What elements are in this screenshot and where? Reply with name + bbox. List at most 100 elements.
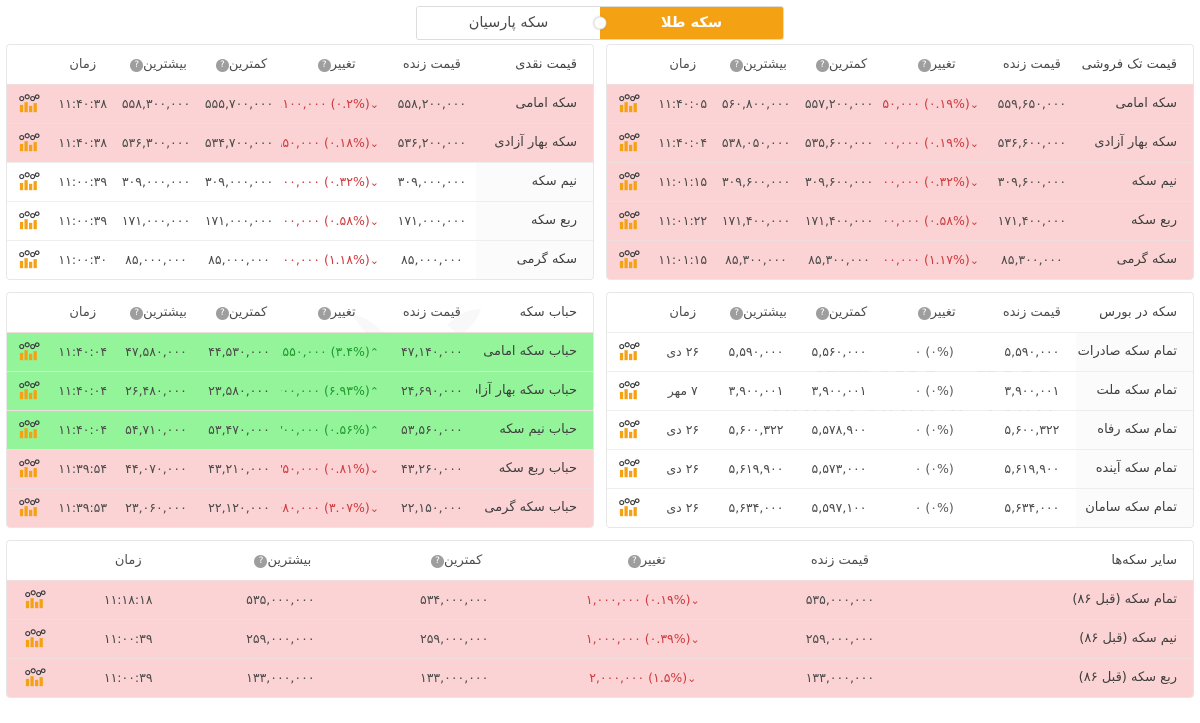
table-row[interactable]: تمام سکه (قبل ۸۶) ۵۳۵,۰۰۰,۰۰۰ ۱,۰۰۰,۰۰۰ (۰… <box>7 579 1193 619</box>
cell-instrument-name[interactable]: سکه گرمی <box>1075 239 1193 279</box>
cell-instrument-name[interactable]: تمام سکه سامان <box>1075 487 1193 527</box>
help-icon[interactable]: ? <box>815 58 829 72</box>
cell-chart-link[interactable] <box>7 161 51 201</box>
cell-instrument-name[interactable]: حباب ربع سکه <box>475 448 593 488</box>
cell-instrument-name[interactable]: سکه گرمی <box>475 239 593 279</box>
cell-instrument-name[interactable]: حباب سکه امامی <box>475 331 593 371</box>
bar-chart-icon[interactable] <box>618 380 640 399</box>
table-row[interactable]: حباب نیم سکه ۵۳,۵۶۰,۰۰۰ ۳۰۰,۰۰۰ (۰.۵۶%)⌃ ۵۳… <box>7 409 593 449</box>
help-icon[interactable]: ? <box>215 58 229 72</box>
table-row[interactable]: سکه بهار آزادی ۵۳۶,۲۰۰,۰۰۰ ۹۵۰,۰۰۰ (۰.۱۸%)… <box>7 122 593 162</box>
toggle-option-gold-coin[interactable]: سکه طلا <box>600 7 783 39</box>
cell-instrument-name[interactable]: ربع سکه (قبل ۸۶) <box>932 657 1193 697</box>
cell-chart-link[interactable] <box>607 331 651 371</box>
table-row[interactable]: تمام سکه ملت ۳,۹۰۰,۰۰۱ ۰ (۰%) ۳,۹۰۰,۰۰۱ ۳,۹۰… <box>607 370 1193 410</box>
cell-chart-link[interactable] <box>7 618 63 658</box>
cell-chart-link[interactable] <box>7 83 51 123</box>
bar-chart-icon[interactable] <box>618 341 640 360</box>
bar-chart-icon[interactable] <box>618 249 640 268</box>
bar-chart-icon[interactable] <box>18 210 40 229</box>
cell-instrument-name[interactable]: تمام سکه آینده <box>1075 448 1193 488</box>
bar-chart-icon[interactable] <box>18 380 40 399</box>
table-row[interactable]: سکه گرمی ۸۵,۰۰۰,۰۰۰ ۱,۰۰۰,۰۰۰ (۱.۱۸%)⌄ ۸۵,۰… <box>7 239 593 279</box>
help-icon[interactable]: ? <box>815 306 829 320</box>
bar-chart-icon[interactable] <box>618 171 640 190</box>
bar-chart-icon[interactable] <box>18 419 40 438</box>
cell-instrument-name[interactable]: نیم سکه <box>475 161 593 201</box>
table-row[interactable]: حباب ربع سکه ۴۳,۲۶۰,۰۰۰ ۳۵۰,۰۰۰ (۰.۸۱%)⌄ ۴۳… <box>7 448 593 488</box>
cell-instrument-name[interactable]: ربع سکه <box>475 200 593 240</box>
cell-chart-link[interactable] <box>7 200 51 240</box>
cell-instrument-name[interactable]: سکه بهار آزادی <box>1075 122 1193 162</box>
help-icon[interactable]: ? <box>130 306 144 320</box>
toggle-option-parsian-coin[interactable]: سکه پارسیان <box>417 7 600 39</box>
cell-chart-link[interactable] <box>607 487 651 527</box>
cell-chart-link[interactable] <box>7 579 63 619</box>
cell-instrument-name[interactable]: حباب نیم سکه <box>475 409 593 449</box>
cell-instrument-name[interactable]: حباب سکه گرمی <box>475 487 593 527</box>
help-icon[interactable]: ? <box>317 58 331 72</box>
cell-instrument-name[interactable]: ربع سکه <box>1075 200 1193 240</box>
bar-chart-icon[interactable] <box>618 210 640 229</box>
bar-chart-icon[interactable] <box>24 628 46 647</box>
cell-instrument-name[interactable]: تمام سکه رفاه <box>1075 409 1193 449</box>
cell-chart-link[interactable] <box>7 331 51 371</box>
bar-chart-icon[interactable] <box>18 249 40 268</box>
help-icon[interactable]: ? <box>917 306 931 320</box>
bar-chart-icon[interactable] <box>618 93 640 112</box>
bar-chart-icon[interactable] <box>18 341 40 360</box>
cell-instrument-name[interactable]: سکه امامی <box>1075 83 1193 123</box>
cell-chart-link[interactable] <box>607 200 651 240</box>
cell-instrument-name[interactable]: حباب سکه بهار آزادی <box>462 370 593 410</box>
table-row[interactable]: سکه امامی ۵۵۹,۶۵۰,۰۰۰ ۱,۰۵۰,۰۰۰ (۰.۱۹%)⌄ ۵۵… <box>607 83 1193 123</box>
bar-chart-icon[interactable] <box>618 132 640 151</box>
help-icon[interactable]: ? <box>254 554 268 568</box>
cell-chart-link[interactable] <box>607 83 651 123</box>
cell-instrument-name[interactable]: سکه امامی <box>475 83 593 123</box>
table-row[interactable]: ربع سکه ۱۷۱,۴۰۰,۰۰۰ ۱,۰۰۰,۰۰۰ (۰.۵۸%)⌄ ۱۷۱,… <box>607 200 1193 240</box>
table-row[interactable]: تمام سکه سامان ۵,۶۳۴,۰۰۰ ۰ (۰%) ۵,۵۹۷,۱۰۰ ۵,… <box>607 487 1193 527</box>
help-icon[interactable]: ? <box>730 58 744 72</box>
table-row[interactable]: تمام سکه صادرات ۵,۵۹۰,۰۰۰ ۰ (۰%) ۵,۵۶۰,۰۰۰ ۵… <box>607 331 1193 371</box>
table-row[interactable]: ربع سکه (قبل ۸۶) ۱۳۳,۰۰۰,۰۰۰ ۲,۰۰۰,۰۰۰ (۱.… <box>7 657 1193 697</box>
table-row[interactable]: نیم سکه ۳۰۹,۶۰۰,۰۰۰ ۱,۰۰۰,۰۰۰ (۰.۳۲%)⌄ ۳۰۹,… <box>607 161 1193 201</box>
table-row[interactable]: حباب سکه گرمی ۲۲,۱۵۰,۰۰۰ ۶۸۰,۰۰۰ (۳.۰۷%)⌄ ۲… <box>7 487 593 527</box>
table-row[interactable]: سکه بهار آزادی ۵۳۶,۶۰۰,۰۰۰ ۱,۰۰۰,۰۰۰ (۰.۱۹… <box>607 122 1193 162</box>
bar-chart-icon[interactable] <box>18 497 40 516</box>
bar-chart-icon[interactable] <box>24 589 46 608</box>
table-row[interactable]: نیم سکه ۳۰۹,۰۰۰,۰۰۰ ۱,۰۰۰,۰۰۰ (۰.۳۲%)⌄ ۳۰۹,… <box>7 161 593 201</box>
table-row[interactable]: سکه گرمی ۸۵,۳۰۰,۰۰۰ ۱,۰۰۰,۰۰۰ (۱.۱۷%)⌄ ۸۵,۳… <box>607 239 1193 279</box>
bar-chart-icon[interactable] <box>618 497 640 516</box>
cell-chart-link[interactable] <box>607 370 651 410</box>
table-row[interactable]: نیم سکه (قبل ۸۶) ۲۵۹,۰۰۰,۰۰۰ ۱,۰۰۰,۰۰۰ (۰.… <box>7 618 1193 658</box>
table-row[interactable]: تمام سکه رفاه ۵,۶۰۰,۳۲۲ ۰ (۰%) ۵,۵۷۸,۹۰۰ ۵,۶… <box>607 409 1193 449</box>
cell-instrument-name[interactable]: نیم سکه <box>1075 161 1193 201</box>
cell-instrument-name[interactable]: تمام سکه ملت <box>1075 370 1193 410</box>
bar-chart-icon[interactable] <box>18 171 40 190</box>
bar-chart-icon[interactable] <box>18 132 40 151</box>
help-icon[interactable]: ? <box>730 306 744 320</box>
cell-chart-link[interactable] <box>607 409 651 449</box>
market-toggle[interactable]: سکه طلا سکه پارسیان <box>416 6 784 40</box>
cell-chart-link[interactable] <box>7 370 51 410</box>
cell-chart-link[interactable] <box>7 239 51 279</box>
help-icon[interactable]: ? <box>215 306 229 320</box>
help-icon[interactable]: ? <box>130 58 144 72</box>
bar-chart-icon[interactable] <box>618 419 640 438</box>
cell-chart-link[interactable] <box>7 122 51 162</box>
help-icon[interactable]: ? <box>317 306 331 320</box>
table-row[interactable]: حباب سکه امامی ۴۷,۱۴۰,۰۰۰ ۱,۵۵۰,۰۰۰ (۳.۴%)… <box>7 331 593 371</box>
bar-chart-icon[interactable] <box>24 667 46 686</box>
cell-instrument-name[interactable]: نیم سکه (قبل ۸۶) <box>932 618 1193 658</box>
cell-instrument-name[interactable]: تمام سکه (قبل ۸۶) <box>932 579 1193 619</box>
table-row[interactable]: حباب سکه بهار آزادی ۲۴,۶۹۰,۰۰۰ ۱,۶۰۰,۰۰۰ (… <box>7 370 593 410</box>
bar-chart-icon[interactable] <box>618 458 640 477</box>
cell-chart-link[interactable] <box>607 448 651 488</box>
bar-chart-icon[interactable] <box>18 93 40 112</box>
toggle-knob[interactable] <box>593 16 607 30</box>
cell-chart-link[interactable] <box>607 122 651 162</box>
table-row[interactable]: ربع سکه ۱۷۱,۰۰۰,۰۰۰ ۱,۰۰۰,۰۰۰ (۰.۵۸%)⌄ ۱۷۱,… <box>7 200 593 240</box>
bar-chart-icon[interactable] <box>18 458 40 477</box>
table-row[interactable]: تمام سکه آینده ۵,۶۱۹,۹۰۰ ۰ (۰%) ۵,۵۷۳,۰۰۰ ۵,… <box>607 448 1193 488</box>
cell-chart-link[interactable] <box>607 239 651 279</box>
